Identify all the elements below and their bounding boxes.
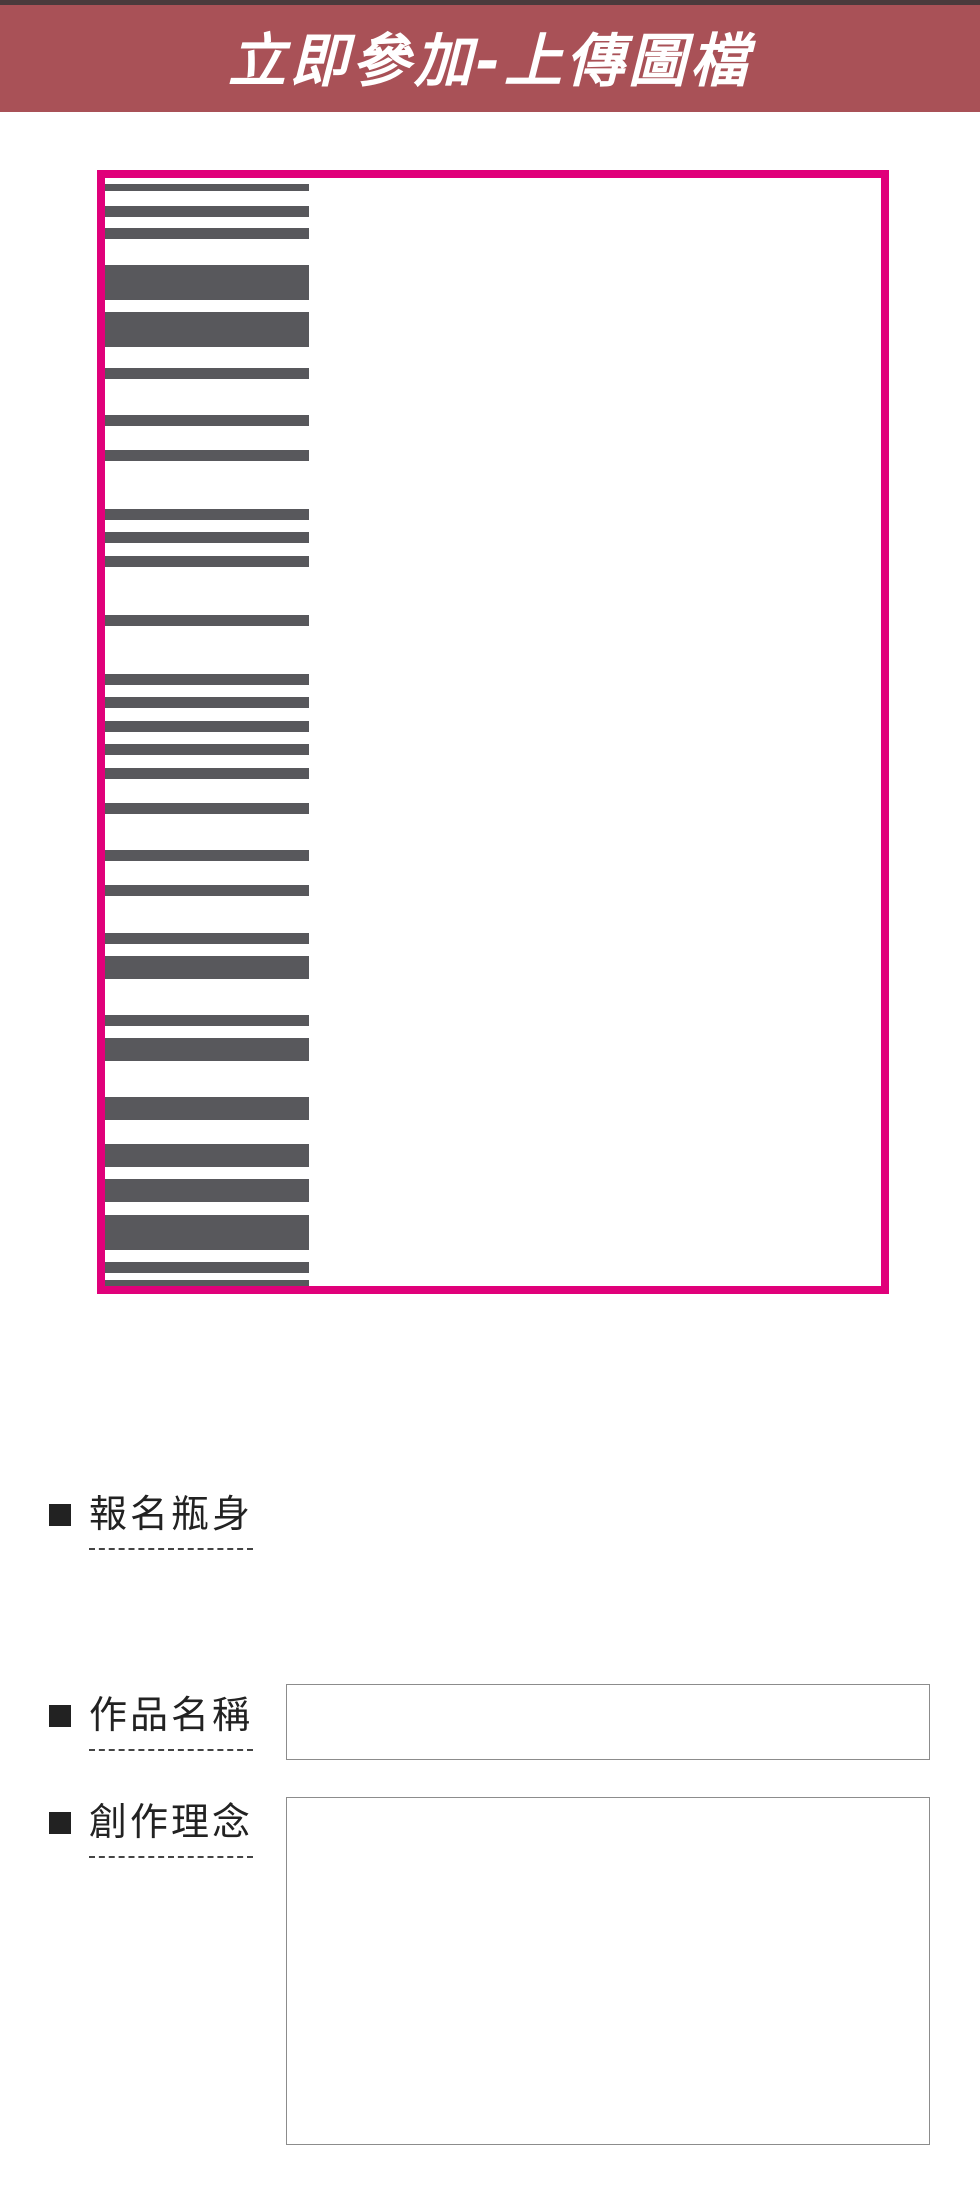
page-title: 立即參加-上傳圖檔 (227, 26, 753, 95)
bullet-square-icon (49, 1812, 71, 1834)
concept-textarea[interactable] (286, 1797, 930, 2145)
entry-bottle-label-text: 報名瓶身 (89, 1492, 254, 1550)
barcode-stripes (105, 184, 309, 1286)
image-upload-frame[interactable] (97, 170, 889, 1294)
work-name-label-text: 作品名稱 (89, 1693, 254, 1751)
bullet-square-icon (49, 1705, 71, 1727)
work-name-input[interactable] (286, 1684, 930, 1760)
entry-bottle-label: 報名瓶身 (49, 1492, 254, 1550)
bottle-preview-image (105, 178, 309, 1286)
bullet-square-icon (49, 1504, 71, 1526)
page-header: 立即參加-上傳圖檔 (0, 0, 980, 112)
concept-label: 創作理念 (49, 1800, 254, 1858)
work-name-label: 作品名稱 (49, 1693, 254, 1751)
concept-label-text: 創作理念 (89, 1800, 254, 1858)
